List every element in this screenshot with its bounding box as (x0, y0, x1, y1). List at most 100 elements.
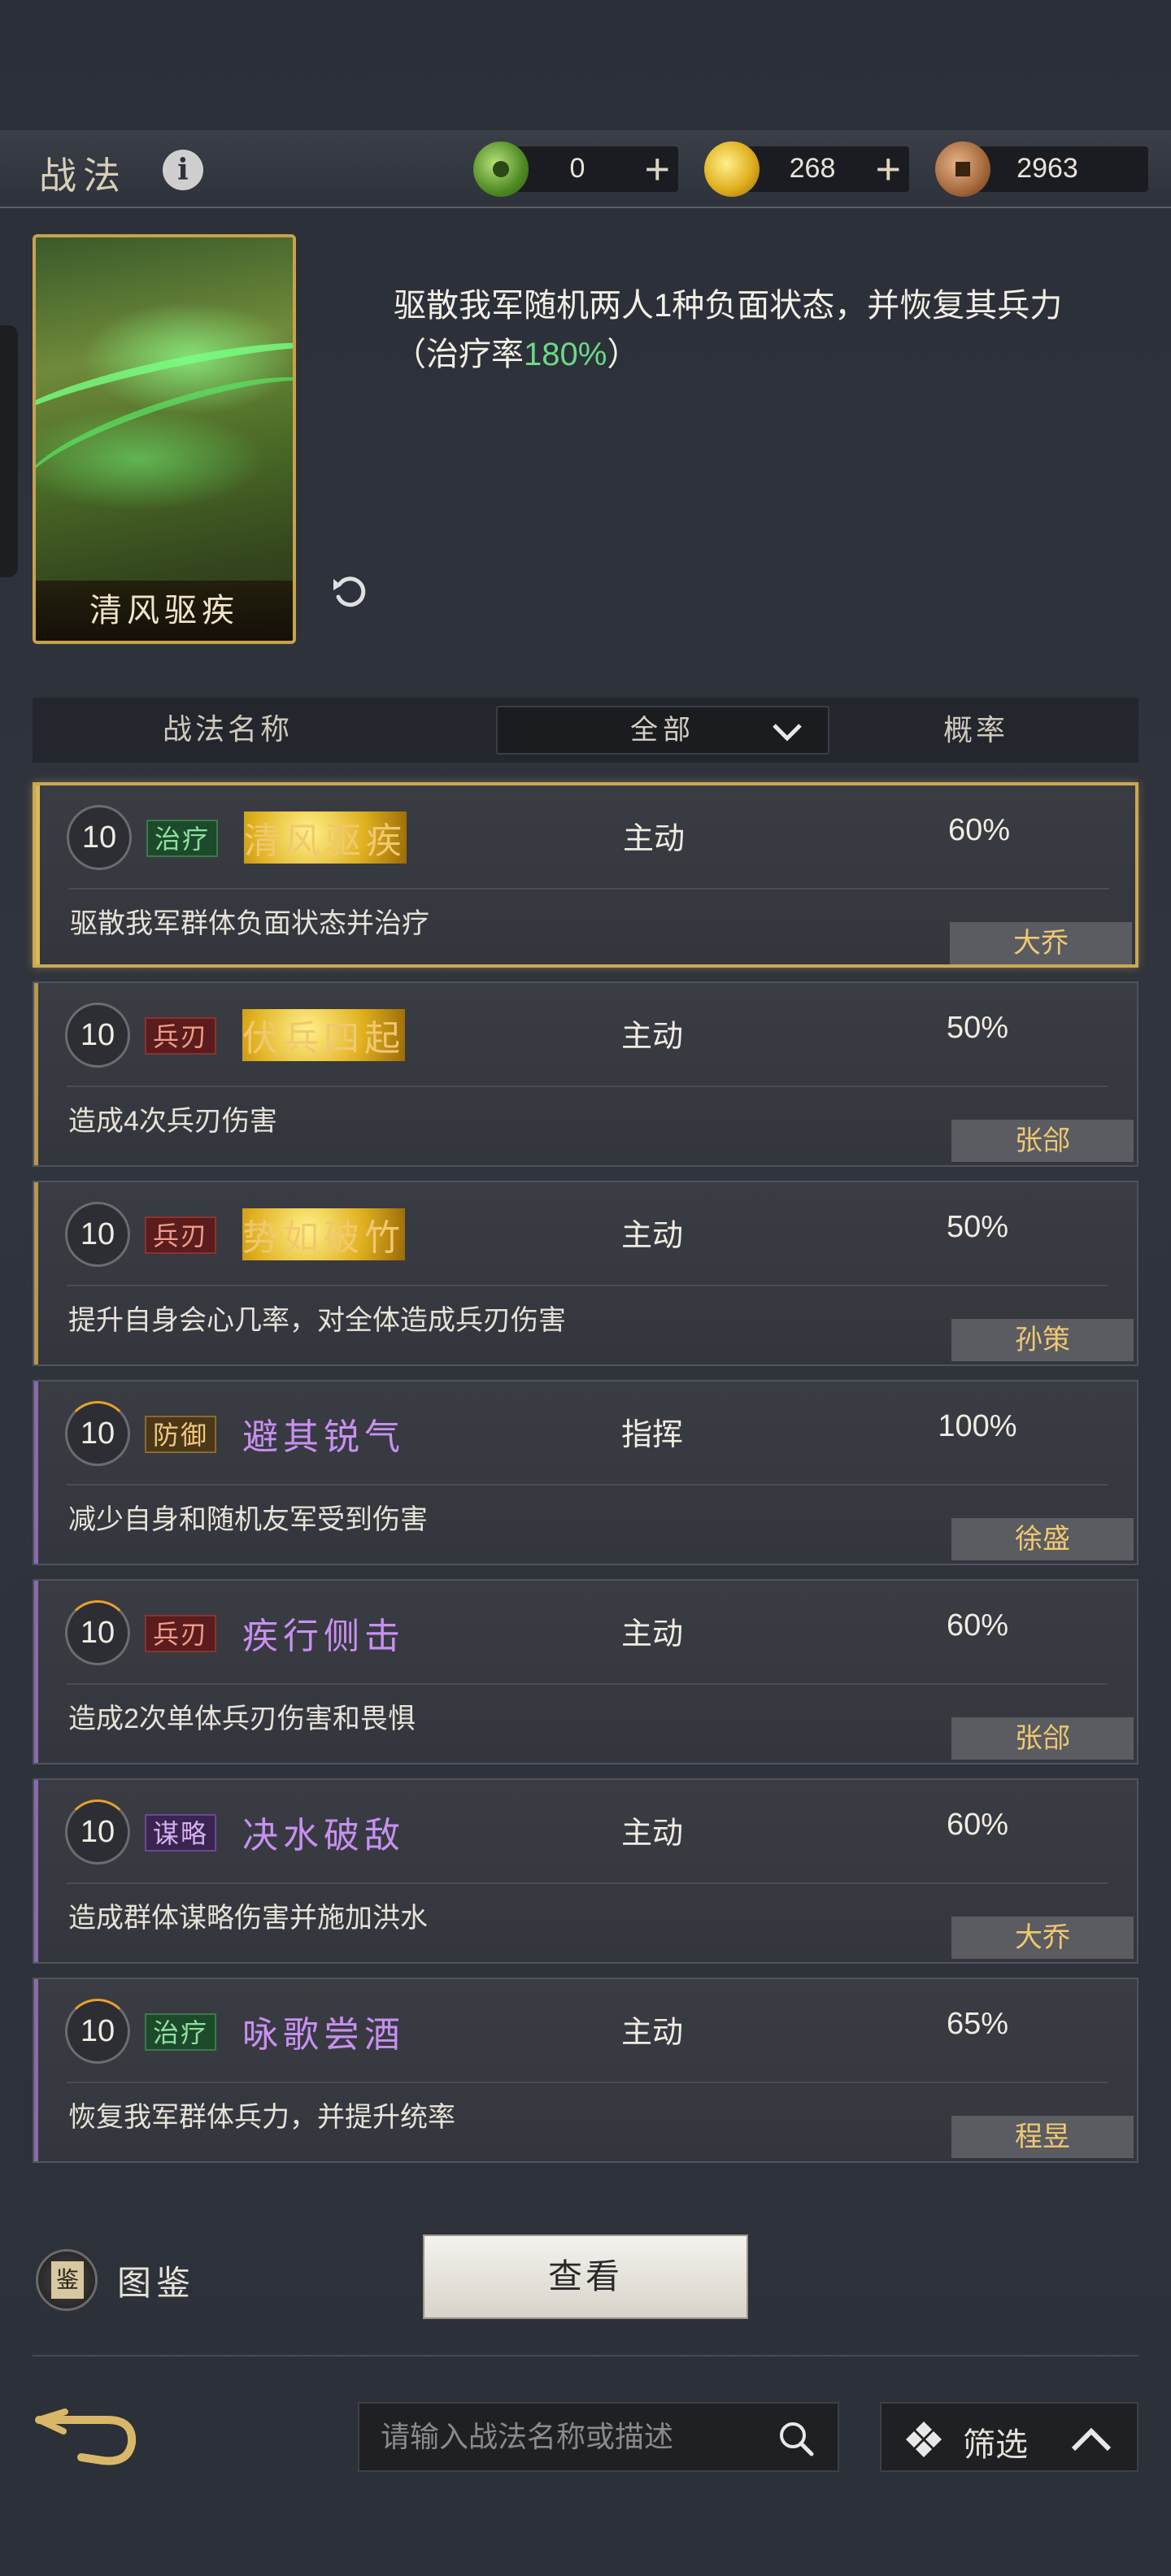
skill-name: 决水破敌 (242, 1815, 405, 1856)
heal-rate-value: 180% (524, 337, 607, 372)
table-header: 战法名称 全部 概率 (33, 698, 1138, 763)
skill-row[interactable]: 10 兵刃 疾行侧击 主动 60% 造成2次单体兵刃伤害和畏惧 张郃 (33, 1579, 1138, 1764)
atlas-label[interactable]: 图鉴 (117, 2256, 195, 2305)
skill-card: 清风驱疾 (33, 234, 296, 644)
skill-name: 势如破竹 (242, 1208, 405, 1260)
filter-icon (906, 2422, 942, 2457)
skill-description: 驱散我军随机两人1种负面状态，并恢复其兵力（治疗率180%） (394, 281, 1093, 379)
skill-type: 主动 (621, 1020, 684, 1054)
skill-desc: 提升自身会心几率，对全体造成兵刃伤害 (68, 1305, 566, 1336)
skill-desc: 造成群体谋略伤害并施加洪水 (68, 1903, 428, 1934)
copper-amount: 2963 (1016, 153, 1078, 184)
gold-currency: 268 + (704, 141, 909, 197)
skill-type: 主动 (621, 1219, 684, 1253)
level-badge: 10 (65, 1202, 130, 1267)
skill-owner: 孙策 (951, 1319, 1134, 1361)
search-input[interactable] (381, 2404, 755, 2470)
filter-label: 筛选 (963, 2427, 1028, 2463)
skill-owner: 张郃 (951, 1717, 1134, 1760)
row-accent (34, 1780, 38, 1962)
gold-amount: 268 (789, 153, 836, 184)
copper-coin-icon (935, 141, 990, 197)
skill-desc: 造成4次兵刃伤害 (68, 1106, 277, 1137)
level-badge: 10 (67, 805, 132, 870)
skill-type: 主动 (621, 1617, 684, 1651)
skill-rate: 60% (946, 1808, 1009, 1842)
row-divider (67, 1086, 1108, 1087)
row-divider (67, 1285, 1108, 1286)
filter-button[interactable]: 筛选 (880, 2402, 1138, 2472)
skill-description-end: ） (607, 337, 640, 372)
add-jade-button[interactable]: + (644, 146, 670, 192)
search-icon[interactable] (776, 2418, 816, 2459)
level-badge: 10 (65, 1999, 130, 2064)
skill-type: 主动 (621, 2016, 684, 2050)
column-rate: 概率 (943, 713, 1009, 746)
jade-currency: 0 + (473, 141, 678, 197)
skill-tag: 治疗 (146, 820, 219, 857)
row-accent (34, 1581, 38, 1763)
level-badge: 10 (65, 1799, 130, 1865)
skill-rate: 50% (946, 1011, 1009, 1045)
atlas-icon-glyph: 鉴 (51, 2261, 84, 2299)
chevron-up-icon (1071, 2427, 1112, 2452)
row-divider (67, 1882, 1108, 1884)
skill-owner: 徐盛 (951, 1518, 1134, 1560)
skill-owner: 大乔 (950, 922, 1132, 964)
row-divider (67, 1484, 1108, 1486)
skill-owner: 大乔 (951, 1917, 1134, 1959)
skill-card-name: 清风驱疾 (36, 581, 293, 641)
row-accent (34, 983, 38, 1165)
type-filter-dropdown[interactable]: 全部 (496, 706, 829, 755)
skill-name: 避其锐气 (242, 1416, 405, 1458)
skill-row[interactable]: 10 兵刃 伏兵四起 主动 50% 造成4次兵刃伤害 张郃 (33, 981, 1138, 1167)
row-accent (34, 1182, 38, 1364)
copper-currency: 2963 (935, 141, 1148, 197)
level-badge: 10 (65, 1600, 130, 1665)
skill-row[interactable]: 10 治疗 咏歌尝酒 主动 65% 恢复我军群体兵力，并提升统率 程昱 (33, 1978, 1138, 2163)
row-divider (68, 888, 1109, 890)
skill-rate: 100% (938, 1409, 1017, 1443)
skill-rate: 60% (947, 813, 1011, 847)
row-divider (67, 2082, 1108, 2083)
skill-name: 疾行侧击 (242, 1616, 405, 1657)
undo-icon[interactable] (329, 569, 374, 615)
skill-type: 主动 (621, 1817, 684, 1851)
skill-row[interactable]: 10 谋略 决水破敌 主动 60% 造成群体谋略伤害并施加洪水 大乔 (33, 1778, 1138, 1964)
search-box (358, 2402, 839, 2472)
skill-desc: 恢复我军群体兵力，并提升统率 (68, 2102, 455, 2133)
chevron-down-icon (773, 724, 802, 742)
row-divider (67, 1683, 1108, 1685)
skill-tag: 防御 (145, 1416, 217, 1453)
view-button[interactable]: 查看 (423, 2234, 748, 2319)
skill-desc: 造成2次单体兵刃伤害和畏惧 (68, 1704, 416, 1734)
skill-owner: 程昱 (951, 2116, 1134, 2158)
skill-name: 伏兵四起 (242, 1009, 405, 1061)
skill-row[interactable]: 10 防御 避其锐气 指挥 100% 减少自身和随机友军受到伤害 徐盛 (33, 1380, 1138, 1565)
skill-rate: 65% (946, 2007, 1009, 2041)
page-title: 战法 (39, 154, 127, 198)
skill-name: 咏歌尝酒 (242, 2014, 405, 2056)
skill-desc: 驱散我军群体负面状态并治疗 (70, 908, 429, 939)
skill-desc: 减少自身和随机友军受到伤害 (68, 1504, 428, 1535)
back-arrow-icon[interactable] (33, 2407, 138, 2467)
level-badge: 10 (65, 1401, 130, 1466)
side-drawer-handle[interactable] (0, 325, 18, 577)
skill-description-text: 驱散我军随机两人1种负面状态，并恢复其兵力（治疗率 (394, 288, 1063, 372)
skill-type: 主动 (623, 822, 686, 856)
row-accent (34, 1382, 38, 1564)
type-filter-value: 全部 (630, 715, 695, 746)
jade-amount: 0 (569, 153, 586, 184)
info-icon[interactable]: i (163, 150, 203, 190)
add-gold-button[interactable]: + (875, 146, 901, 192)
skill-tag: 治疗 (145, 2013, 217, 2051)
jade-coin-icon (473, 141, 529, 197)
level-badge: 10 (65, 1003, 130, 1068)
row-accent (36, 785, 40, 964)
skill-row[interactable]: 10 治疗 清风驱疾 主动 60% 驱散我军群体负面状态并治疗 大乔 (33, 782, 1138, 968)
skill-tag: 兵刃 (145, 1017, 217, 1055)
skill-owner: 张郃 (951, 1120, 1134, 1162)
atlas-icon[interactable]: 鉴 (36, 2249, 98, 2311)
skill-row[interactable]: 10 兵刃 势如破竹 主动 50% 提升自身会心几率，对全体造成兵刃伤害 孙策 (33, 1181, 1138, 1366)
top-bar: 战法 i 0 + 268 + 2963 (0, 130, 1171, 208)
